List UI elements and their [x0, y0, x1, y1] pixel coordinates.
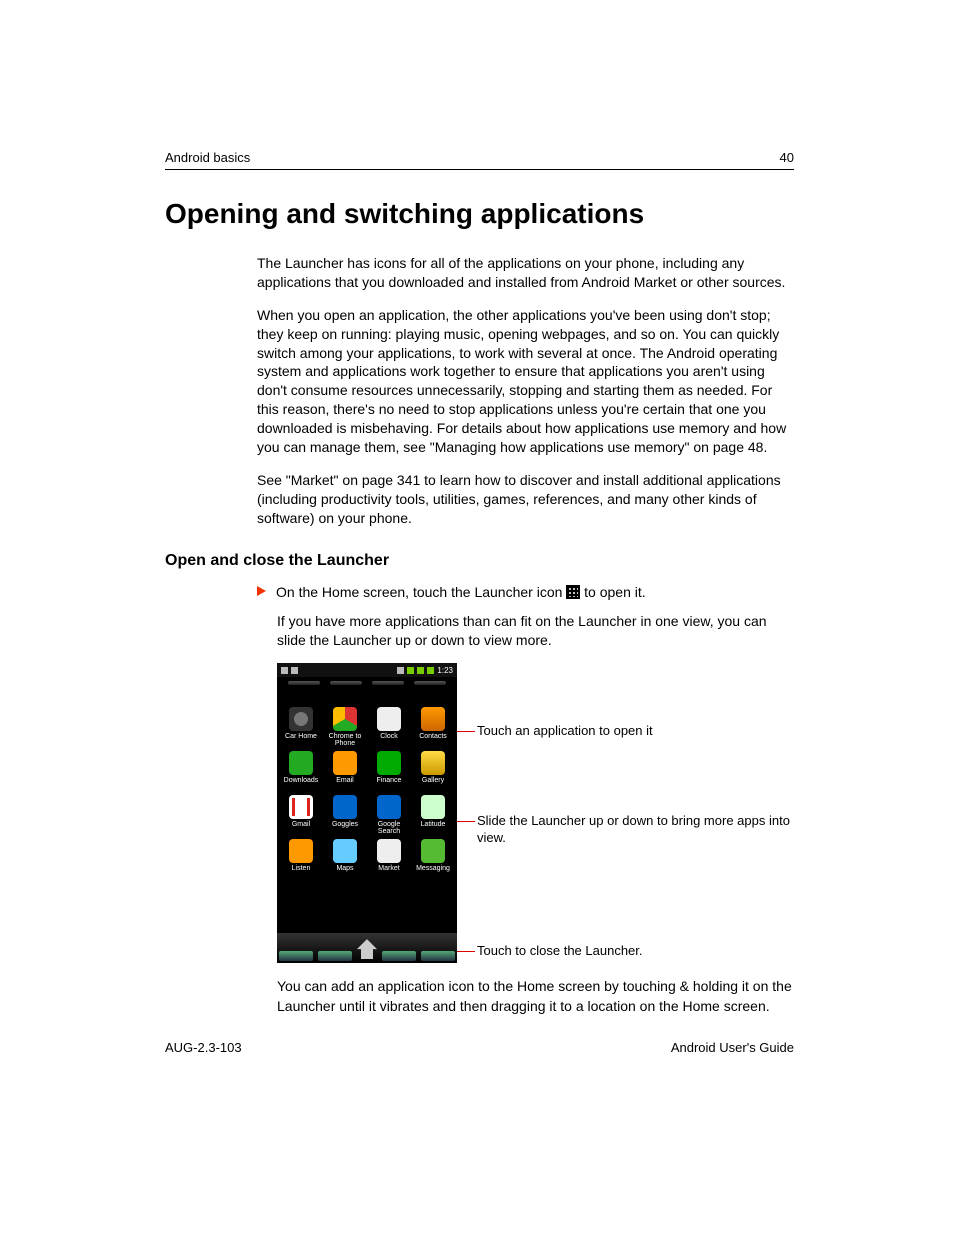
app-label: Latitude [421, 821, 446, 835]
latitude-icon [421, 795, 445, 819]
app-gmail: Gmail [279, 795, 323, 835]
messaging-icon [421, 839, 445, 863]
callout-leader [457, 821, 475, 822]
subheading: Open and close the Launcher [165, 552, 794, 570]
finance-icon [377, 751, 401, 775]
listen-icon [289, 839, 313, 863]
intro-para: See "Market" on page 341 to learn how to… [257, 471, 794, 528]
step-marker-icon [257, 586, 266, 596]
app-goggles: Goggles [323, 795, 367, 835]
app-contacts: Contacts [411, 707, 455, 747]
app-label: Email [336, 777, 354, 791]
app-label: Maps [336, 865, 353, 879]
gallery-icon [421, 751, 445, 775]
app-label: Clock [380, 733, 398, 747]
callout-text: Touch to close the Launcher. [475, 943, 643, 960]
app-maps: Maps [323, 839, 367, 879]
section-name: Android basics [165, 150, 250, 165]
callout-leader [457, 951, 475, 952]
app-label: Goggles [332, 821, 358, 835]
phone-screenshot: 1:23 Car Home Chrome to Phone Clock Contact… [277, 663, 457, 963]
step-text-after: to open it. [584, 584, 646, 600]
app-label: Gallery [422, 777, 444, 791]
app-label: Messaging [416, 865, 450, 879]
intro-para: The Launcher has icons for all of the ap… [257, 254, 794, 292]
email-icon [333, 751, 357, 775]
app-clock: Clock [367, 707, 411, 747]
status-time: 1:23 [437, 666, 453, 675]
app-downloads: Downloads [279, 751, 323, 791]
page-number: 40 [780, 150, 794, 165]
callout: Touch an application to open it [457, 723, 653, 740]
app-gallery: Gallery [411, 751, 455, 791]
app-label: Downloads [284, 777, 319, 791]
after-figure-para: You can add an application icon to the H… [277, 977, 794, 1016]
chrome-icon [333, 707, 357, 731]
app-market: Market [367, 839, 411, 879]
app-gsearch: Google Search [367, 795, 411, 835]
dock [277, 933, 457, 963]
downloads-icon [289, 751, 313, 775]
callout-text: Slide the Launcher up or down to bring m… [475, 813, 794, 847]
app-listen: Listen [279, 839, 323, 879]
app-finance: Finance [367, 751, 411, 791]
app-label: Gmail [292, 821, 310, 835]
intro-block: The Launcher has icons for all of the ap… [257, 254, 794, 528]
app-latitude: Latitude [411, 795, 455, 835]
contacts-icon [421, 707, 445, 731]
app-label: Finance [377, 777, 402, 791]
app-label: Chrome to Phone [323, 733, 367, 747]
clock-icon [377, 707, 401, 731]
step-text-before: On the Home screen, touch the Launcher i… [276, 584, 566, 600]
app-label: Listen [292, 865, 311, 879]
gmail-icon [289, 795, 313, 819]
app-carhome: Car Home [279, 707, 323, 747]
maps-icon [333, 839, 357, 863]
footer-left: AUG-2.3-103 [165, 1040, 242, 1055]
market-icon [377, 839, 401, 863]
figure: 1:23 Car Home Chrome to Phone Clock Contact… [277, 663, 794, 963]
app-label: Market [378, 865, 399, 879]
app-chrome: Chrome to Phone [323, 707, 367, 747]
app-messaging: Messaging [411, 839, 455, 879]
status-bar: 1:23 [277, 663, 457, 677]
intro-para: When you open an application, the other … [257, 306, 794, 457]
app-email: Email [323, 751, 367, 791]
step-row: On the Home screen, touch the Launcher i… [257, 582, 794, 602]
step-note: If you have more applications than can f… [277, 612, 794, 651]
goggles-icon [333, 795, 357, 819]
running-header: Android basics 40 [165, 150, 794, 170]
home-icon [357, 939, 377, 959]
carhome-icon [289, 707, 313, 731]
step-text: On the Home screen, touch the Launcher i… [276, 582, 646, 602]
launcher-icon [566, 585, 580, 599]
callout: Touch to close the Launcher. [457, 943, 643, 960]
gsearch-icon [377, 795, 401, 819]
footer-right: Android User's Guide [671, 1040, 794, 1055]
callout-text: Touch an application to open it [475, 723, 653, 740]
callout: Slide the Launcher up or down to bring m… [457, 813, 794, 847]
callout-leader [457, 731, 475, 732]
launcher-grid: Car Home Chrome to Phone Clock Contacts Down… [277, 705, 457, 879]
app-label: Car Home [285, 733, 317, 747]
page-footer: AUG-2.3-103 Android User's Guide [165, 1040, 794, 1055]
callouts: Touch an application to open it Slide the… [457, 663, 794, 963]
app-label: Contacts [419, 733, 447, 747]
app-label: Google Search [367, 821, 411, 835]
page-title: Opening and switching applications [165, 198, 794, 230]
